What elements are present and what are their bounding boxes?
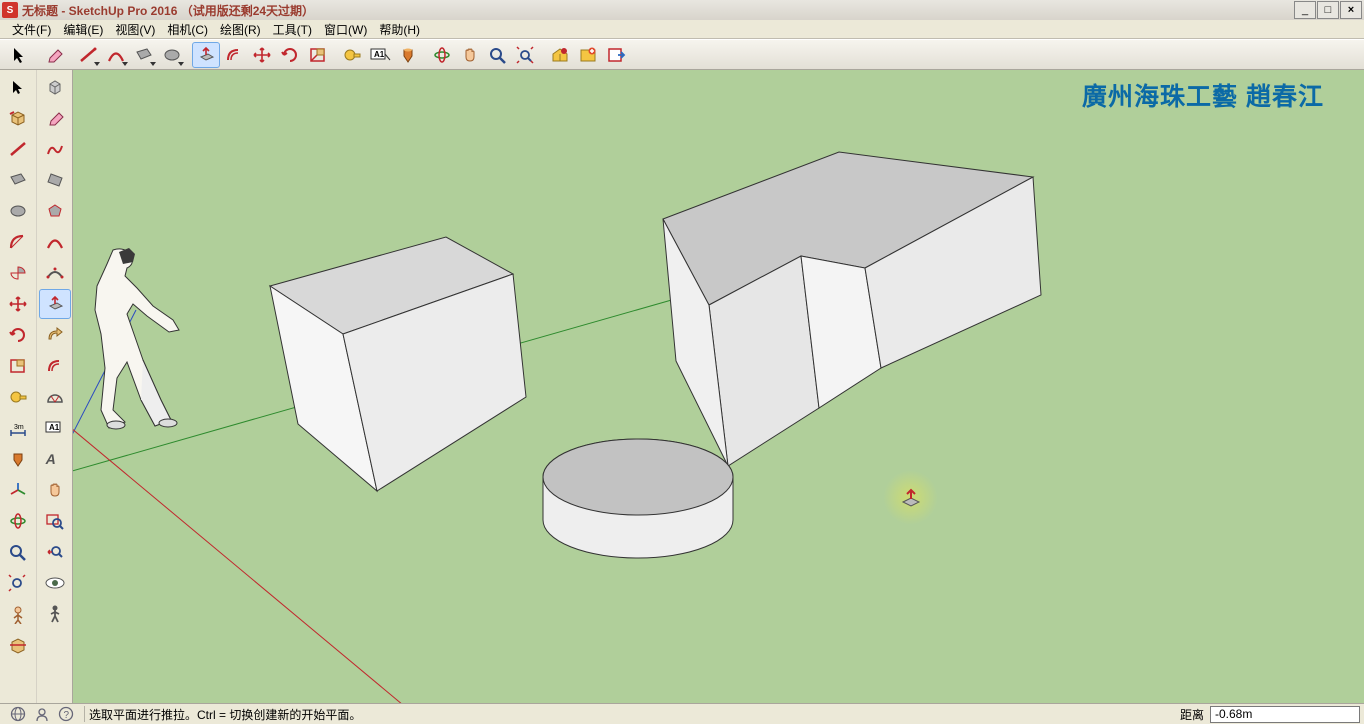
scale-tool-l[interactable] <box>2 351 34 381</box>
extension-warehouse-tool[interactable] <box>574 42 602 68</box>
arc-tool[interactable] <box>102 42 130 68</box>
offset-tool[interactable] <box>220 42 248 68</box>
move-tool[interactable] <box>248 42 276 68</box>
measure-label: 距离 <box>1174 706 1210 723</box>
menu-help[interactable]: 帮助(H) <box>373 19 426 40</box>
circle-tool-l[interactable] <box>2 196 34 226</box>
eraser-tool-l[interactable] <box>39 103 71 133</box>
position-camera-tool-l[interactable] <box>2 599 34 629</box>
zoom-tool[interactable] <box>484 42 512 68</box>
polygon-tool-l[interactable] <box>39 196 71 226</box>
line-tool[interactable] <box>74 42 102 68</box>
svg-text:A1: A1 <box>374 50 385 59</box>
window-controls: _ □ × <box>1293 1 1362 19</box>
select-tool[interactable] <box>6 42 34 68</box>
menu-view[interactable]: 视图(V) <box>109 19 161 40</box>
circle-tool[interactable] <box>158 42 186 68</box>
scene-svg <box>73 70 1364 703</box>
status-bar: ? 选取平面进行推拉。Ctrl = 切换创建新的开始平面。 距离 <box>0 703 1364 724</box>
viewport-3d[interactable]: 廣州海珠工藝 趙春江 <box>73 70 1364 703</box>
walk-tool-l[interactable] <box>39 599 71 629</box>
zoom-extents-tool[interactable] <box>512 42 540 68</box>
pushpull-tool-l[interactable] <box>39 289 71 319</box>
user-icon[interactable] <box>34 706 50 722</box>
axes-tool-l[interactable] <box>2 475 34 505</box>
shape-box-left <box>270 237 526 491</box>
orbit-tool-l[interactable] <box>2 506 34 536</box>
pushpull-cursor-icon <box>883 470 938 525</box>
status-hint: 选取平面进行推拉。Ctrl = 切换创建新的开始平面。 <box>85 706 1174 723</box>
minimize-button[interactable]: _ <box>1294 1 1316 19</box>
2pt-arc-tool-l[interactable] <box>39 227 71 257</box>
rect-tool-l[interactable] <box>2 165 34 195</box>
menu-window[interactable]: 窗口(W) <box>318 19 373 40</box>
svg-text:?: ? <box>64 710 70 721</box>
help-icon[interactable]: ? <box>58 706 74 722</box>
followme-tool-l[interactable] <box>39 320 71 350</box>
menu-file[interactable]: 文件(F) <box>6 19 57 40</box>
look-around-tool-l[interactable] <box>39 568 71 598</box>
toolbar-left: 3m A1 A <box>0 70 73 705</box>
previous-tool-l[interactable] <box>39 537 71 567</box>
section-tool-l[interactable] <box>2 630 34 660</box>
menu-draw[interactable]: 绘图(R) <box>214 19 267 40</box>
tape-tool-l[interactable] <box>2 382 34 412</box>
geo-icon[interactable] <box>10 706 26 722</box>
pan-tool[interactable] <box>456 42 484 68</box>
menu-camera[interactable]: 相机(C) <box>161 19 214 40</box>
svg-text:A: A <box>45 451 58 467</box>
svg-text:A1: A1 <box>49 423 60 432</box>
3dtext-tool-l[interactable]: A <box>39 444 71 474</box>
dimension-tool-l[interactable]: 3m <box>2 413 34 443</box>
outliner-tool[interactable] <box>39 72 71 102</box>
menu-tools[interactable]: 工具(T) <box>267 19 318 40</box>
rotate-tool[interactable] <box>276 42 304 68</box>
3pt-arc-tool-l[interactable] <box>39 258 71 288</box>
toolbar-top: A1 <box>0 39 1364 70</box>
close-button[interactable]: × <box>1340 1 1362 19</box>
window-title: 无标题 - SketchUp Pro 2016 （试用版还剩24天过期） <box>22 2 314 19</box>
select-tool-l[interactable] <box>2 72 34 102</box>
menu-edit[interactable]: 编辑(E) <box>57 19 109 40</box>
3dwarehouse-tool[interactable] <box>546 42 574 68</box>
maximize-button[interactable]: □ <box>1317 1 1339 19</box>
paint-tool-l[interactable] <box>2 444 34 474</box>
make-component-tool[interactable] <box>2 103 34 133</box>
move-tool-l[interactable] <box>2 289 34 319</box>
arc-tool-l[interactable] <box>2 227 34 257</box>
measure-input[interactable] <box>1210 706 1360 723</box>
freehand-tool-l[interactable] <box>39 134 71 164</box>
zoom-tool-l[interactable] <box>2 537 34 567</box>
protractor-tool-l[interactable] <box>39 382 71 412</box>
text-tool[interactable]: A1 <box>366 42 394 68</box>
scale-tool[interactable] <box>304 42 332 68</box>
menu-bar: 文件(F) 编辑(E) 视图(V) 相机(C) 绘图(R) 工具(T) 窗口(W… <box>0 20 1364 39</box>
rect-tool[interactable] <box>130 42 158 68</box>
rotate-tool-l[interactable] <box>2 320 34 350</box>
zoom-extents-tool-l[interactable] <box>2 568 34 598</box>
text-tool-l[interactable]: A1 <box>39 413 71 443</box>
rotated-rect-tool-l[interactable] <box>39 165 71 195</box>
zoom-window-tool-l[interactable] <box>39 506 71 536</box>
pan-tool-l[interactable] <box>39 475 71 505</box>
line-tool-l[interactable] <box>2 134 34 164</box>
shape-l-right <box>663 152 1041 466</box>
pie-tool-l[interactable] <box>2 258 34 288</box>
pushpull-tool[interactable] <box>192 42 220 68</box>
app-icon: S <box>2 2 18 18</box>
offset-tool-l[interactable] <box>39 351 71 381</box>
shape-cylinder <box>543 439 733 558</box>
tape-tool[interactable] <box>338 42 366 68</box>
svg-text:3m: 3m <box>14 424 24 431</box>
paint-tool[interactable] <box>394 42 422 68</box>
eraser-tool[interactable] <box>40 42 68 68</box>
orbit-tool[interactable] <box>428 42 456 68</box>
send-to-layout-tool[interactable] <box>602 42 630 68</box>
title-bar: S 无标题 - SketchUp Pro 2016 （试用版还剩24天过期） _… <box>0 0 1364 20</box>
scale-figure <box>95 248 179 429</box>
